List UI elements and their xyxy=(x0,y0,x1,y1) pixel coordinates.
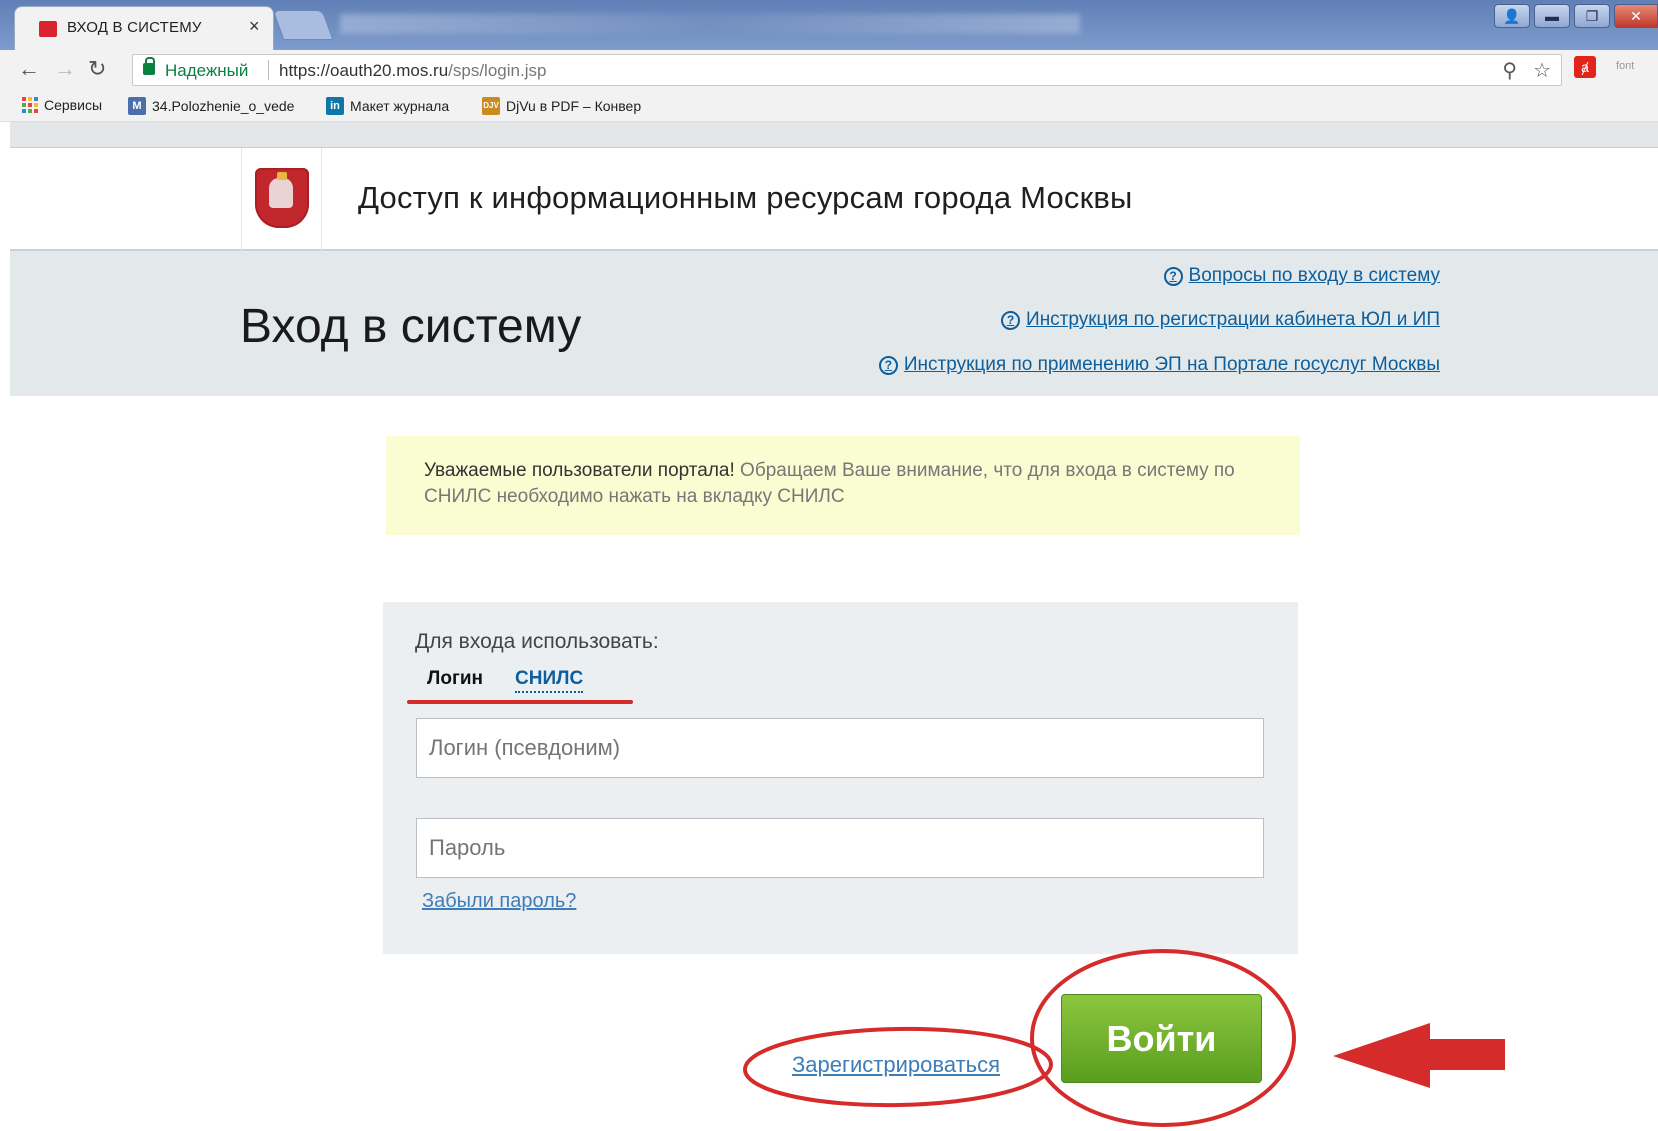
window-controls: 👤 ▬ ❐ ✕ xyxy=(1494,4,1658,30)
bookmark-star-icon[interactable]: ☆ xyxy=(1533,58,1551,83)
close-window-button[interactable]: ✕ xyxy=(1614,4,1658,28)
back-arrow-icon[interactable]: ← xyxy=(18,56,40,82)
site-favicon-icon xyxy=(39,21,57,37)
snils-notice: Уважаемые пользователи портала! Обращаем… xyxy=(386,436,1300,535)
annotation-arrow xyxy=(1333,1023,1505,1088)
title-band: Вход в систему ? Вопросы по входу в сист… xyxy=(10,251,1658,396)
question-circle-icon: ? xyxy=(1163,266,1183,286)
address-bar-icons: ⚲ ☆ xyxy=(1502,58,1551,83)
help-link-label: Инструкция по применению ЭП на Портале г… xyxy=(903,354,1440,375)
address-separator xyxy=(268,60,269,80)
login-button[interactable]: Войти xyxy=(1061,994,1262,1083)
login-method-tabs: Логин СНИЛС xyxy=(427,668,584,693)
login-method-label: Для входа использовать: xyxy=(415,630,659,653)
bookmark-maket[interactable]: in Макет журнала xyxy=(326,97,449,115)
login-input[interactable] xyxy=(416,718,1264,778)
blurred-tabs-area xyxy=(340,14,1080,34)
browser-toolbar: ← → ↻ Надежный https://oauth20.mos.ru/sp… xyxy=(0,50,1658,90)
login-panel: Для входа использовать: Логин СНИЛС Забы… xyxy=(383,602,1298,954)
lock-icon xyxy=(143,57,155,75)
reload-icon[interactable]: ↻ xyxy=(88,56,106,82)
user-profile-icon[interactable]: 👤 xyxy=(1494,4,1530,28)
tab-login[interactable]: Логин xyxy=(427,668,483,693)
djvu-icon: DJV xyxy=(482,97,500,115)
forward-arrow-icon[interactable]: → xyxy=(54,56,76,82)
question-circle-icon: ? xyxy=(1001,310,1021,330)
site-header: Доступ к информационным ресурсам города … xyxy=(10,148,1658,251)
help-link-label: Инструкция по регистрации кабинета ЮЛ и … xyxy=(1026,309,1440,330)
bookmarks-bar: Сервисы M 34.Polozhenie_o_vede in Макет … xyxy=(0,90,1658,122)
help-link-registration-instructions[interactable]: ? Инструкция по регистрации кабинета ЮЛ … xyxy=(1001,309,1440,331)
logo-box[interactable] xyxy=(241,148,322,251)
top-gray-strip xyxy=(10,122,1658,148)
bookmark-label: Сервисы xyxy=(44,97,103,113)
browser-tab-active[interactable]: ВХОД В СИСТЕМУ × xyxy=(14,6,274,50)
apps-grid-icon xyxy=(22,97,38,113)
address-bar[interactable]: Надежный https://oauth20.mos.ru/sps/logi… xyxy=(132,54,1562,86)
font-extension-label[interactable]: font xyxy=(1616,60,1634,72)
tab-title: ВХОД В СИСТЕМУ xyxy=(67,19,202,36)
help-link-label: Вопросы по входу в систему xyxy=(1188,265,1440,286)
help-link-login-questions[interactable]: ? Вопросы по входу в систему xyxy=(1163,265,1440,287)
site-title: Доступ к информационным ресурсам города … xyxy=(358,180,1133,215)
tab-snils[interactable]: СНИЛС xyxy=(515,668,584,693)
linkedin-icon: in xyxy=(326,97,344,115)
forgot-password-link[interactable]: Забыли пароль? xyxy=(422,890,576,913)
notice-heading: Уважаемые пользователи портала! xyxy=(424,460,735,481)
acrobat-extension-icon[interactable]: ⱥ xyxy=(1574,56,1596,78)
browser-titlebar: ВХОД В СИСТЕМУ × 👤 ▬ ❐ ✕ xyxy=(0,0,1658,50)
url-text: https://oauth20.mos.ru/sps/login.jsp xyxy=(279,61,546,81)
maximize-button[interactable]: ❐ xyxy=(1574,4,1610,28)
password-input[interactable] xyxy=(416,818,1264,878)
bookmark-label: 34.Polozhenie_o_vede xyxy=(152,98,295,114)
url-path: /sps/login.jsp xyxy=(448,61,547,80)
url-host: https://oauth20.mos.ru xyxy=(279,61,449,80)
minimize-button[interactable]: ▬ xyxy=(1534,4,1570,28)
key-icon[interactable]: ⚲ xyxy=(1502,58,1517,83)
question-circle-icon: ? xyxy=(878,355,898,375)
bookmark-services[interactable]: Сервисы xyxy=(22,97,102,113)
document-icon: M xyxy=(128,97,146,115)
bookmark-polozhenie[interactable]: M 34.Polozhenie_o_vede xyxy=(128,97,294,115)
help-link-ep-instructions[interactable]: ? Инструкция по применению ЭП на Портале… xyxy=(878,354,1440,376)
page-title: Вход в систему xyxy=(240,300,582,353)
moscow-coat-of-arms-icon xyxy=(255,168,309,228)
new-tab-button[interactable] xyxy=(272,10,334,40)
bookmark-djvu[interactable]: DJV DjVu в PDF – Конвер xyxy=(482,97,641,115)
tab-close-icon[interactable]: × xyxy=(249,16,260,37)
bookmark-label: Макет журнала xyxy=(350,98,450,114)
bookmark-label: DjVu в PDF – Конвер xyxy=(506,98,642,114)
secure-label: Надежный xyxy=(165,61,249,80)
register-link[interactable]: Зарегистрироваться xyxy=(792,1052,1000,1078)
annotation-underline xyxy=(407,700,633,704)
